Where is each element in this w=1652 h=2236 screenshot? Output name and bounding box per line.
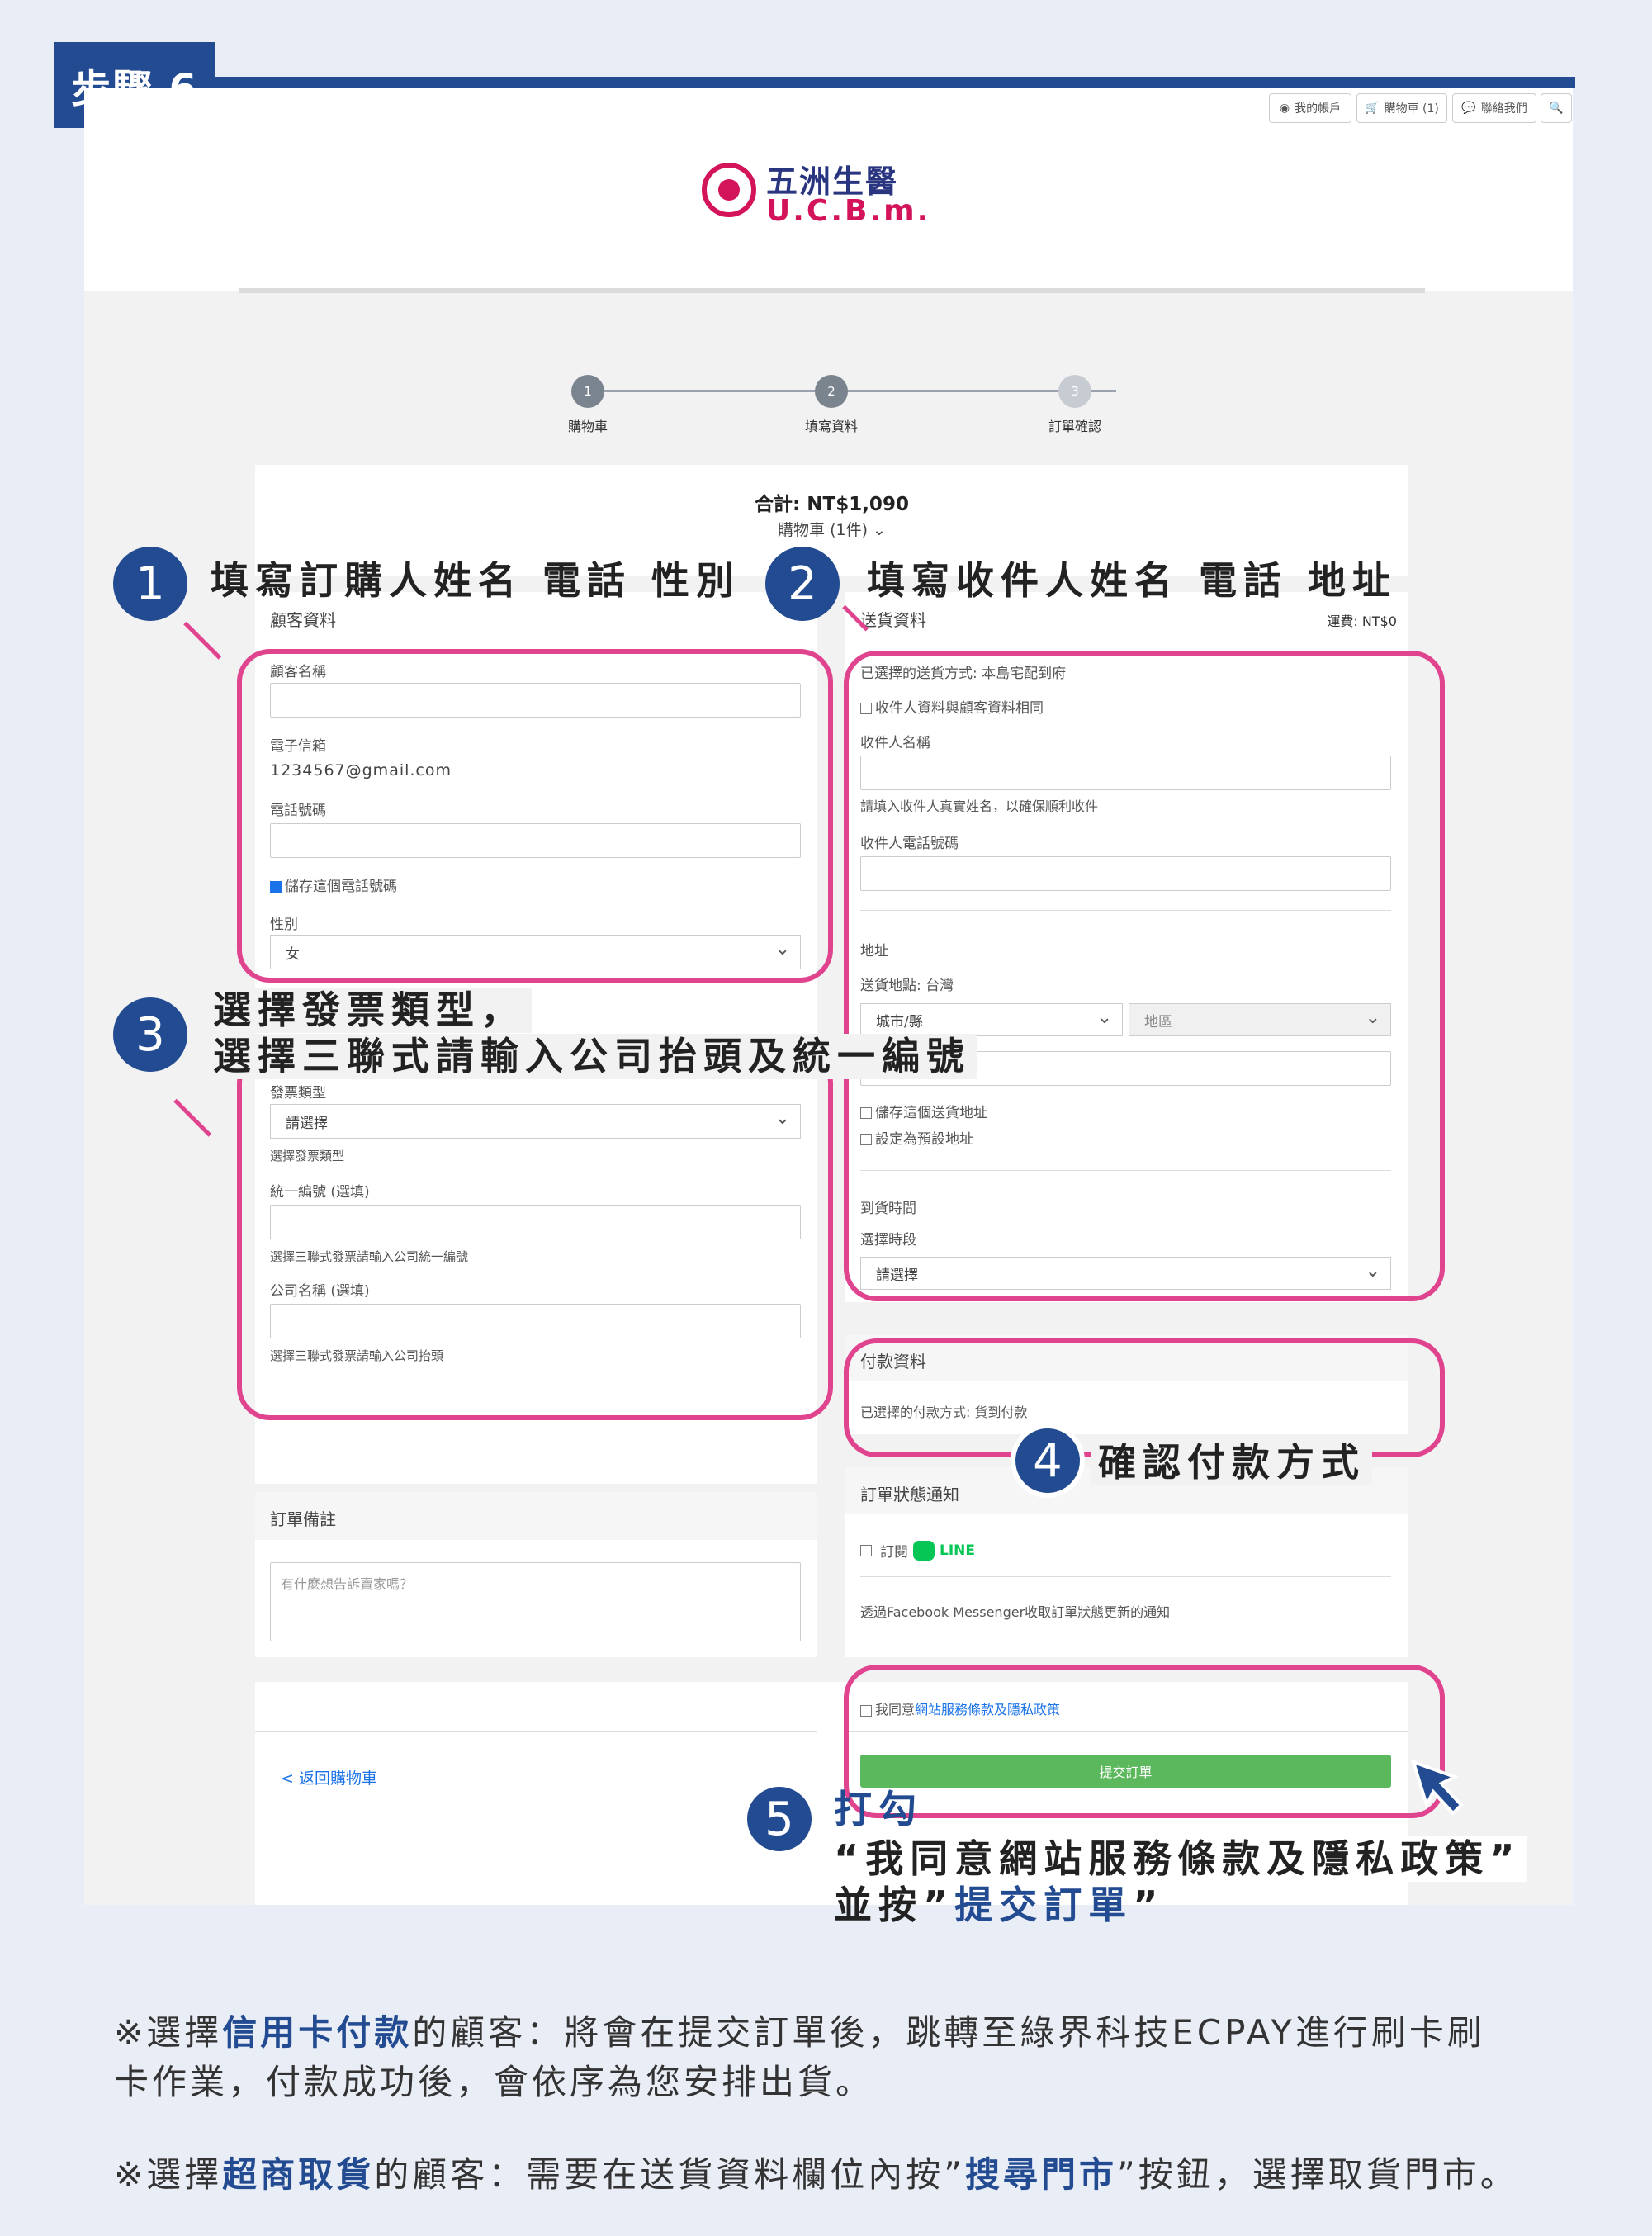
progress-step-2: 2 [815, 375, 848, 408]
search-button[interactable]: 🔍 [1541, 93, 1572, 123]
user-icon: ◉ [1279, 102, 1290, 115]
remarks-textarea[interactable]: 有什麼想告訴賣家嗎？ [270, 1562, 801, 1641]
messenger-notify-text: 透過Facebook Messenger收取訂單狀態更新的通知 [860, 1604, 1171, 1620]
progress-label-fill: 填寫資料 [804, 419, 858, 434]
annotation-text-4: 確認付款方式 [1091, 1440, 1372, 1486]
highlight-submit-ring [844, 1665, 1445, 1818]
annotation-text-5c: 並按”提交訂單” [834, 1883, 1165, 1927]
contact-link[interactable]: 💬 聯絡我們 [1452, 93, 1536, 123]
line-label: LINE [940, 1542, 975, 1559]
header-divider [239, 288, 1425, 293]
annotation-text-1: 填寫訂購人姓名 電話 性別 [211, 558, 741, 603]
chat-icon: 💬 [1461, 102, 1476, 115]
annotation-text-5b: “我同意網站服務條款及隱私政策” [834, 1836, 1528, 1883]
annotation-text-5a: 打勾 [834, 1787, 923, 1831]
progress-step-1: 1 [571, 375, 604, 408]
annotation-text-3b: 選擇三聯式請輸入公司抬頭及統一編號 [213, 1034, 977, 1080]
logo-english-name: U.C.B.m. [766, 194, 931, 228]
cart-toggle[interactable]: 購物車 (1件) ⌄ [255, 518, 1408, 540]
notify-section-title: 訂單狀態通知 [860, 1485, 959, 1504]
annotation-badge-2: 2 [765, 547, 840, 621]
chevron-down-icon: ⌄ [873, 521, 886, 539]
annotation-badge-3: 3 [113, 997, 187, 1072]
note-convenience-store: ※選擇超商取貨的顧客：需要在送貨資料欄位內按”搜尋門市”按鈕，選擇取貨門市。 [114, 2154, 1518, 2195]
cursor-arrow-icon [1410, 1759, 1464, 1816]
highlight-invoice-ring [237, 1050, 833, 1420]
progress-label-cart: 購物車 [567, 419, 608, 434]
back-to-cart-link[interactable]: < 返回購物車 [281, 1766, 377, 1788]
annotation-badge-4: 4 [1011, 1424, 1085, 1498]
shipping-fee: 運費: NT$0 [1327, 613, 1397, 629]
line-subscribe-checkbox[interactable]: 訂閱 LINE [860, 1540, 975, 1561]
note-credit-card: ※選擇信用卡付款的顧客：將會在提交訂單後，跳轉至綠界科技ECPAY進行刷卡刷 卡… [114, 2012, 1485, 2102]
progress-step-3: 3 [1058, 375, 1091, 408]
remarks-header [255, 1492, 817, 1540]
annotation-text-2: 填寫收件人姓名 電話 地址 [867, 558, 1398, 603]
my-account-link[interactable]: ◉ 我的帳戶 [1269, 93, 1351, 123]
notify-divider [860, 1576, 1391, 1577]
highlight-shipping-ring [844, 651, 1445, 1301]
search-icon: 🔍 [1549, 102, 1564, 115]
annotation-badge-5: 5 [742, 1782, 817, 1856]
checkbox-icon[interactable] [860, 1544, 872, 1556]
highlight-customer-ring [237, 649, 833, 983]
remarks-title: 訂單備註 [270, 1509, 336, 1529]
order-total: 合計: NT$1,090 [755, 494, 909, 515]
footer-divider [255, 1731, 817, 1732]
customer-section-title: 顧客資料 [270, 610, 336, 630]
step-header-bar [215, 77, 1575, 88]
annotation-badge-1: 1 [113, 547, 187, 621]
progress-label-confirm: 訂單確認 [1048, 419, 1101, 434]
progress-line [604, 390, 1116, 392]
line-icon [913, 1540, 935, 1561]
cart-link[interactable]: 🛒 購物車 (1) [1356, 93, 1447, 123]
shipping-section-title: 送貨資料 [860, 610, 926, 630]
cart-icon: 🛒 [1365, 102, 1380, 115]
brand-logo-icon [702, 163, 756, 217]
annotation-text-3a: 選擇發票類型， [213, 988, 532, 1034]
